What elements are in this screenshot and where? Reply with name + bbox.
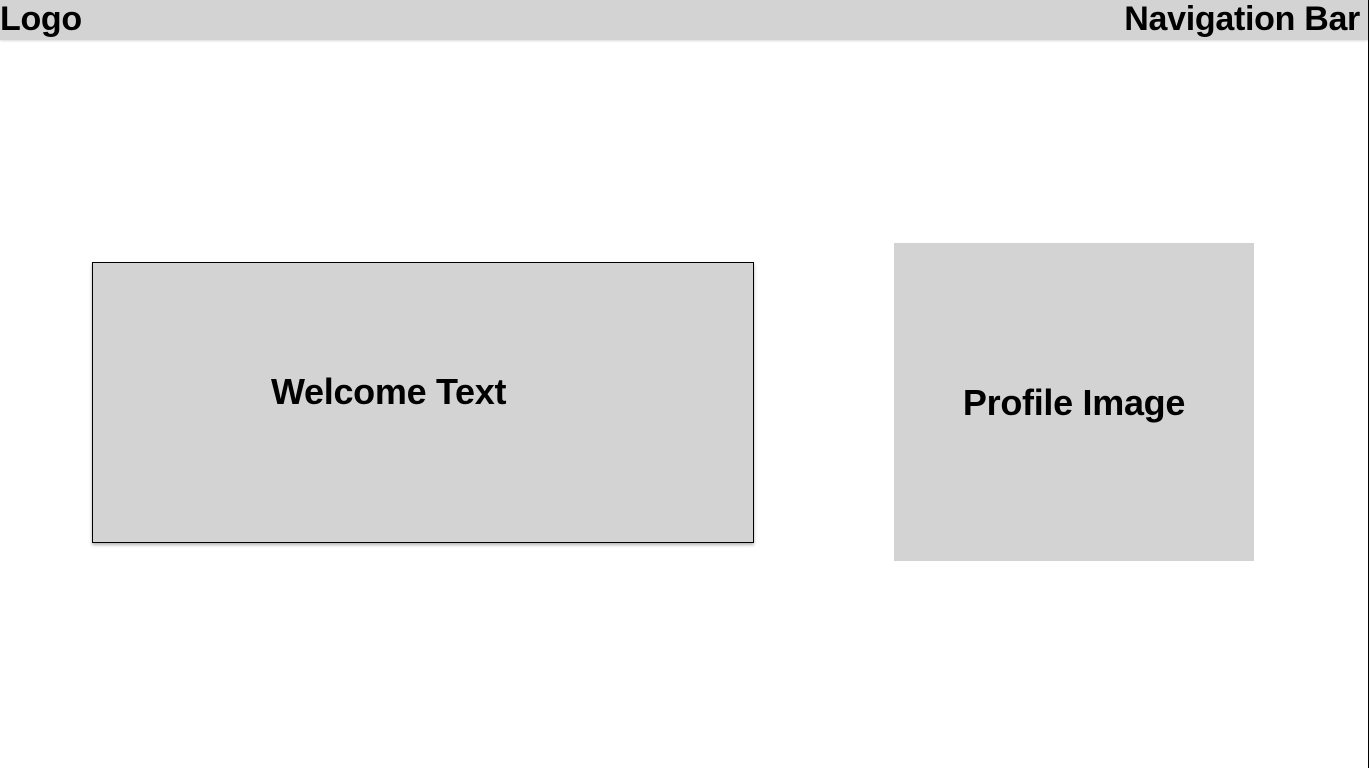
welcome-text: Welcome Text: [271, 371, 507, 412]
welcome-text-box: Welcome Text: [92, 262, 754, 543]
right-edge-line: [1368, 0, 1369, 768]
top-bar: Logo Navigation Bar: [0, 0, 1368, 40]
navigation-bar[interactable]: Navigation Bar: [1124, 0, 1360, 40]
profile-image-placeholder: Profile Image: [894, 243, 1254, 561]
logo[interactable]: Logo: [0, 0, 82, 40]
page: Logo Navigation Bar Welcome Text Profile…: [0, 0, 1370, 768]
profile-image-label: Profile Image: [962, 382, 1186, 423]
